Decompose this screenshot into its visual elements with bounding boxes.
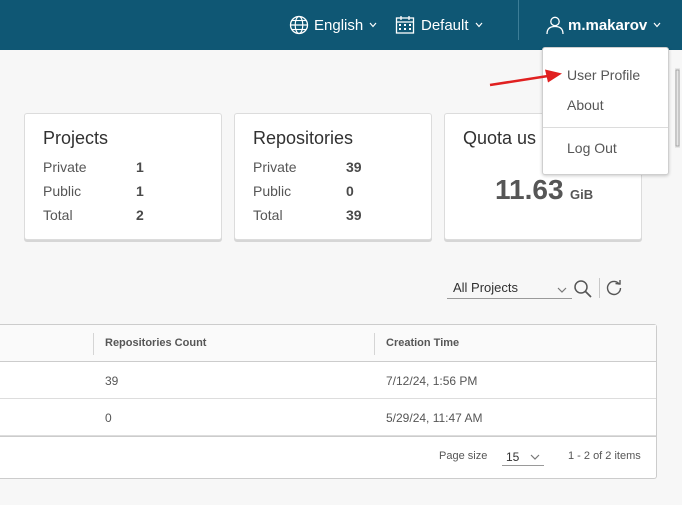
projects-card: Projects Private 1 Public 1 Total 2 — [24, 113, 222, 240]
username-label: m.makarov — [568, 16, 648, 34]
row-label: Total — [43, 207, 73, 223]
repositories-card: Repositories Private 39 Public 0 Total 3… — [234, 113, 432, 240]
pagination-range: 1 - 2 of 2 items — [568, 450, 641, 462]
annotation-arrow-icon — [488, 68, 564, 95]
row-value: 39 — [346, 207, 362, 223]
row-value: 39 — [346, 159, 362, 175]
table-row[interactable]: 0 5/29/24, 11:47 AM — [0, 399, 656, 436]
row-label: Public — [43, 183, 82, 199]
globe-icon — [289, 15, 309, 35]
refresh-icon[interactable] — [605, 279, 623, 302]
row-value: 1 — [136, 183, 144, 199]
table-footer: Page size 15 1 - 2 of 2 items — [0, 436, 656, 479]
header-divider — [518, 0, 519, 40]
project-filter-select[interactable]: All Projects — [447, 277, 572, 299]
row-label: Total — [253, 207, 283, 223]
chevron-down-icon — [653, 22, 661, 28]
chevron-down-icon — [530, 450, 540, 464]
menu-divider — [543, 127, 668, 128]
user-icon — [545, 15, 565, 35]
row-label: Private — [253, 159, 297, 175]
cell-creation-time: 5/29/24, 11:47 AM — [386, 411, 483, 425]
card-title: Projects — [43, 128, 109, 148]
column-separator[interactable] — [93, 333, 94, 355]
row-label: Public — [253, 183, 292, 199]
search-icon[interactable] — [573, 279, 593, 304]
quota-value: 11.63 — [495, 174, 564, 205]
row-value: 2 — [136, 207, 144, 223]
top-header: English Default m.makarov — [0, 0, 682, 50]
row-value: 1 — [136, 159, 144, 175]
cell-repositories-count: 39 — [105, 374, 119, 388]
page-size-select[interactable]: 15 — [502, 446, 544, 466]
chevron-down-icon — [557, 282, 567, 297]
chevron-down-icon — [475, 22, 483, 28]
filter-value: All Projects — [453, 280, 519, 295]
user-menu-toggle[interactable]: m.makarov — [545, 0, 661, 50]
language-selector[interactable]: English — [289, 0, 377, 50]
table-row[interactable]: 39 7/12/24, 1:56 PM — [0, 362, 656, 399]
menu-item-log-out[interactable]: Log Out — [567, 140, 617, 156]
cell-repositories-count: 0 — [105, 411, 112, 425]
partially-hidden-panel — [669, 60, 682, 160]
menu-item-about[interactable]: About — [567, 97, 604, 113]
column-header-repositories-count[interactable]: Repositories Count — [105, 337, 206, 349]
column-separator[interactable] — [374, 333, 375, 355]
theme-selector[interactable]: Default — [395, 0, 483, 50]
row-value: 0 — [346, 183, 354, 199]
card-title: Repositories — [253, 128, 354, 148]
page-size-value: 15 — [506, 450, 520, 464]
quota-unit: GiB — [570, 187, 594, 202]
column-header-creation-time[interactable]: Creation Time — [386, 337, 459, 349]
user-dropdown-menu: User Profile About Log Out — [542, 47, 669, 175]
page-size-label: Page size — [439, 450, 488, 462]
menu-item-user-profile[interactable]: User Profile — [567, 67, 640, 83]
card-title: Quota us — [463, 128, 537, 148]
cell-creation-time: 7/12/24, 1:56 PM — [386, 374, 478, 388]
row-label: Private — [43, 159, 87, 175]
language-label: English — [314, 16, 364, 34]
theme-label: Default — [421, 16, 469, 34]
projects-table: Repositories Count Creation Time 39 7/12… — [0, 324, 657, 479]
calendar-icon — [395, 15, 415, 35]
table-header: Repositories Count Creation Time — [0, 325, 656, 362]
toolbar-divider — [599, 278, 600, 298]
chevron-down-icon — [369, 22, 377, 28]
